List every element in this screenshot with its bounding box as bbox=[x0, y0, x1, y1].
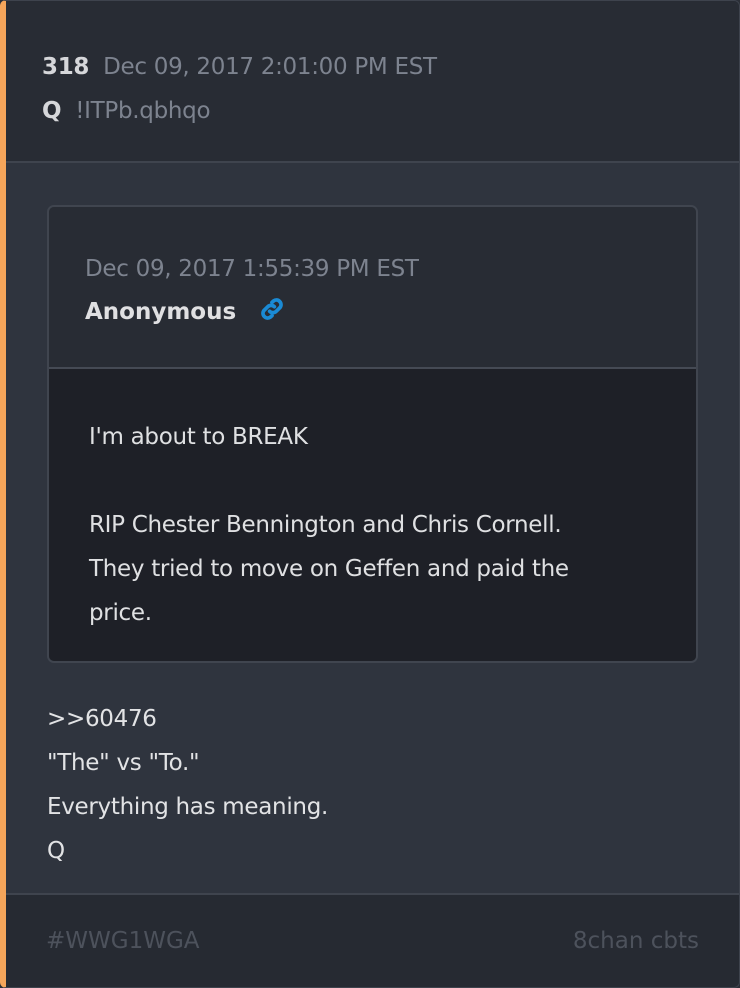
post-line: Q bbox=[47, 838, 65, 864]
quote-line: RIP Chester Bennington and Chris Cornell… bbox=[89, 512, 562, 538]
quoted-post-timestamp: Dec 09, 2017 1:55:39 PM EST bbox=[85, 256, 419, 282]
post-line: "The" vs "To." bbox=[47, 750, 200, 776]
link-icon[interactable] bbox=[258, 291, 286, 341]
hashtag: #WWG1WGA bbox=[46, 928, 200, 954]
quoted-post-body: I'm about to BREAK RIP Chester Benningto… bbox=[49, 369, 696, 661]
quote-blank-line bbox=[89, 459, 696, 503]
quoted-post-author: Anonymous bbox=[85, 299, 237, 325]
quote-line: They tried to move on Geffen and paid th… bbox=[89, 556, 569, 582]
post-author: Q bbox=[42, 98, 62, 124]
quote-line: price. bbox=[89, 600, 152, 626]
quoted-post: Dec 09, 2017 1:55:39 PM EST Anonymous I'… bbox=[47, 205, 698, 663]
post-body: >>60476 "The" vs "To." Everything has me… bbox=[47, 697, 328, 873]
post-footer: #WWG1WGA 8chan cbts bbox=[6, 893, 739, 987]
post-reply-link[interactable]: >>60476 bbox=[47, 697, 328, 741]
post-timestamp: Dec 09, 2017 2:01:00 PM EST bbox=[103, 54, 437, 80]
quoted-post-header: Dec 09, 2017 1:55:39 PM EST Anonymous bbox=[49, 207, 696, 369]
post-header: 318 Dec 09, 2017 2:01:00 PM EST Q !ITPb.qb… bbox=[6, 1, 739, 163]
post-number: 318 bbox=[42, 54, 90, 80]
source-label: 8chan cbts bbox=[572, 928, 699, 954]
post-card: 318 Dec 09, 2017 2:01:00 PM EST Q !ITPb.qb… bbox=[0, 0, 740, 988]
quote-line: I'm about to BREAK bbox=[89, 424, 308, 450]
post-tripcode: !ITPb.qbhqo bbox=[75, 98, 211, 124]
post-line: Everything has meaning. bbox=[47, 794, 329, 820]
